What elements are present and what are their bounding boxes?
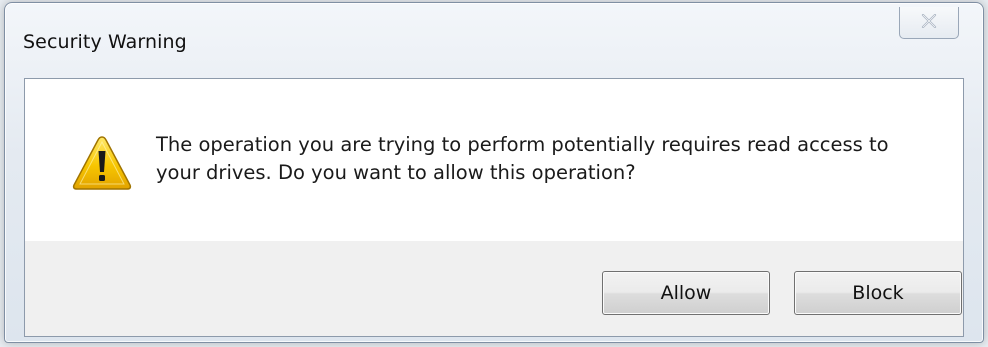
allow-button[interactable]: Allow	[602, 271, 770, 315]
close-icon	[921, 13, 937, 32]
warning-icon	[71, 134, 133, 192]
security-warning-dialog: Security Warning The operation you are t…	[4, 2, 984, 343]
dialog-body: The operation you are trying to perform …	[24, 78, 964, 337]
message-area: The operation you are trying to perform …	[25, 79, 963, 241]
button-bar: Allow Block	[25, 241, 963, 336]
close-button[interactable]	[899, 7, 959, 39]
warning-message: The operation you are trying to perform …	[156, 133, 889, 184]
dialog-title: Security Warning	[23, 31, 187, 53]
block-button[interactable]: Block	[794, 271, 962, 315]
